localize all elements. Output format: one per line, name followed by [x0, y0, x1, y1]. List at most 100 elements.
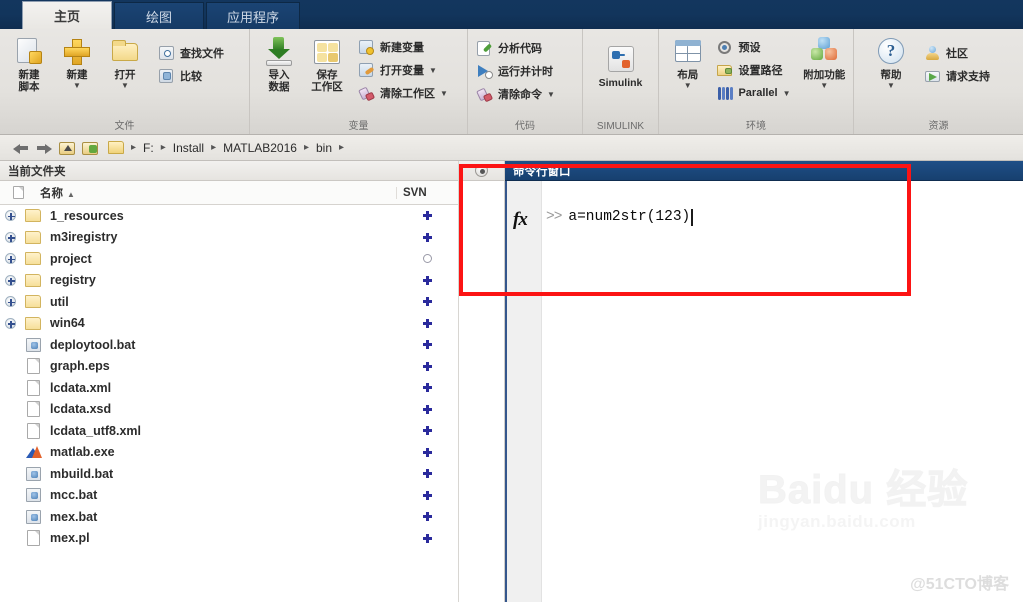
table-row[interactable]: 1_resources [0, 205, 458, 227]
breadcrumb-item-matlab2016[interactable]: MATLAB2016 [221, 141, 299, 155]
table-row[interactable]: registry [0, 270, 458, 292]
save-workspace-icon [312, 37, 342, 67]
compare-icon [159, 68, 176, 85]
clear-commands-button[interactable]: 清除命令 ▼ [474, 84, 558, 104]
panel-options-button[interactable] [475, 164, 488, 177]
parallel-caret-icon[interactable]: ▼ [783, 89, 791, 98]
file-list[interactable]: 1_resources m3iregistry project registry uti… [0, 205, 458, 602]
compare-button[interactable]: 比较 [156, 66, 227, 86]
find-files-button[interactable]: 查找文件 [156, 43, 227, 63]
expand-toggle[interactable] [0, 317, 20, 329]
generic-file-icon [26, 422, 40, 439]
expand-toggle[interactable] [0, 296, 20, 308]
column-name-header[interactable]: 名称 ▲ [36, 185, 396, 201]
clear-workspace-caret-icon[interactable]: ▼ [440, 89, 448, 98]
expand-plus-icon[interactable] [4, 274, 16, 286]
expand-toggle[interactable] [0, 210, 20, 222]
open-dropdown-caret-icon[interactable]: ▼ [121, 82, 129, 90]
expand-plus-icon[interactable] [4, 317, 16, 329]
add-ons-caret-icon[interactable]: ▼ [820, 82, 828, 90]
table-row[interactable]: matlab.exe [0, 442, 458, 464]
table-row[interactable]: util [0, 291, 458, 313]
expand-plus-icon[interactable] [4, 296, 16, 308]
table-row[interactable]: deploytool.bat [0, 334, 458, 356]
preferences-button[interactable]: 预设 [714, 37, 793, 57]
import-data-button[interactable]: 导入 数据 [256, 33, 302, 93]
file-type-icon [20, 422, 46, 439]
svn-status-plus-icon [422, 297, 432, 307]
breadcrumb-item-install[interactable]: Install [171, 141, 206, 155]
open-button[interactable]: 打开 ▼ [102, 33, 148, 90]
breadcrumb-sep-0: ▸ [131, 142, 137, 153]
open-variable-button[interactable]: 打开变量 ▼ [356, 60, 451, 80]
breadcrumb-item-drive[interactable]: F: [141, 141, 156, 155]
expand-plus-icon[interactable] [4, 231, 16, 243]
table-row[interactable]: mcc.bat [0, 485, 458, 507]
set-path-button[interactable]: 设置路径 [714, 60, 793, 80]
layout-caret-icon[interactable]: ▼ [684, 82, 692, 90]
new-script-button[interactable]: 新建 脚本 [6, 33, 52, 93]
expand-plus-icon[interactable] [4, 253, 16, 265]
expand-plus-icon[interactable] [4, 210, 16, 222]
request-support-button[interactable]: 请求支持 [922, 66, 993, 86]
table-row[interactable]: win64 [0, 313, 458, 335]
expand-toggle[interactable] [0, 253, 20, 265]
fx-icon[interactable]: fx [513, 209, 528, 231]
clear-workspace-button[interactable]: 清除工作区 ▼ [356, 83, 451, 103]
tab-apps[interactable]: 应用程序 [206, 2, 301, 29]
table-row[interactable]: mex.pl [0, 528, 458, 550]
table-row[interactable]: m3iregistry [0, 227, 458, 249]
svn-status-plus-icon [422, 447, 432, 457]
file-type-icon [20, 295, 46, 309]
add-ons-button[interactable]: 附加功能 ▼ [802, 33, 847, 90]
file-type-icon [20, 530, 46, 547]
simulink-button[interactable]: Simulink [589, 33, 652, 89]
run-and-time-label: 运行并计时 [498, 66, 553, 78]
open-folder-icon [110, 37, 140, 67]
browse-folder-icon[interactable] [81, 139, 99, 157]
run-and-time-button[interactable]: 运行并计时 [474, 61, 558, 81]
clear-commands-label: 清除命令 [498, 89, 542, 101]
file-type-icon [20, 316, 46, 330]
new-button[interactable]: 新建 ▼ [54, 33, 100, 90]
parallel-button[interactable]: Parallel ▼ [714, 83, 793, 103]
svn-status [396, 361, 458, 371]
table-row[interactable]: graph.eps [0, 356, 458, 378]
file-type-icon [20, 273, 46, 287]
table-row[interactable]: lcdata.xsd [0, 399, 458, 421]
request-support-icon [925, 68, 942, 85]
clear-commands-caret-icon[interactable]: ▼ [547, 90, 555, 99]
expand-toggle[interactable] [0, 231, 20, 243]
tab-home[interactable]: 主页 [22, 1, 112, 29]
new-variable-button[interactable]: 新建变量 [356, 37, 451, 57]
save-workspace-button[interactable]: 保存 工作区 [304, 33, 350, 93]
open-variable-caret-icon[interactable]: ▼ [429, 66, 437, 75]
baidu-watermark-main: Baidu 经验 [758, 468, 969, 513]
up-folder-icon[interactable] [58, 139, 76, 157]
table-row[interactable]: lcdata_utf8.xml [0, 420, 458, 442]
table-row[interactable]: lcdata.xml [0, 377, 458, 399]
ribbon-group-file: 新建 脚本 新建 ▼ 打开 ▼ 查找文件 比较 文件 [0, 29, 250, 134]
back-arrow-icon[interactable] [12, 139, 30, 157]
community-button[interactable]: 社区 [922, 43, 993, 63]
column-svn-header[interactable]: SVN [396, 186, 458, 199]
help-button[interactable]: ? 帮助 ▼ [868, 33, 914, 90]
file-name: matlab.exe [50, 445, 115, 460]
ribbon-group-code-label: 代码 [515, 121, 535, 132]
table-row[interactable]: mex.bat [0, 506, 458, 528]
table-row[interactable]: project [0, 248, 458, 270]
table-row[interactable]: mbuild.bat [0, 463, 458, 485]
new-script-icon [14, 37, 44, 67]
help-caret-icon[interactable]: ▼ [887, 82, 895, 90]
simulink-icon [606, 45, 636, 75]
forward-arrow-icon[interactable] [35, 139, 53, 157]
new-dropdown-caret-icon[interactable]: ▼ [73, 82, 81, 90]
layout-button[interactable]: 布局 ▼ [665, 33, 710, 90]
file-name: graph.eps [50, 359, 110, 374]
svn-status-circle-icon [422, 254, 432, 264]
analyze-code-button[interactable]: 分析代码 [474, 38, 558, 58]
breadcrumb-item-bin[interactable]: bin [314, 141, 334, 155]
expand-toggle[interactable] [0, 274, 20, 286]
tab-plots[interactable]: 绘图 [114, 2, 204, 29]
simulink-label: Simulink [598, 77, 643, 89]
